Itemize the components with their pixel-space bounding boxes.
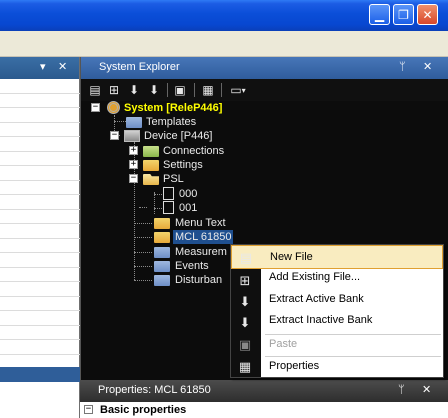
tree-label-templates: Templates (146, 116, 197, 128)
tree-label-measurements: Measurem (175, 246, 227, 258)
maximize-button[interactable]: ❐ (393, 4, 414, 25)
tree-label-menu-text: Menu Text (175, 217, 226, 229)
extract-active-icon[interactable]: ⬇ (126, 82, 142, 98)
folder-icon (126, 117, 142, 128)
tree-label-device: Device [P446] (144, 130, 213, 142)
file-icon (163, 201, 174, 214)
system-explorer-title: System Explorer (99, 61, 180, 73)
new-file-icon: ▤ (239, 250, 253, 266)
context-menu: ▤ New File ⊞ Add Existing File... ⬇ Extr… (230, 244, 444, 378)
menu-item-new-file[interactable]: ▤ New File (231, 245, 443, 269)
dropdown-icon[interactable]: ▾ (40, 60, 46, 73)
tree-label-file-000: 000 (179, 188, 198, 200)
left-dock-panel: ▾ ✕ (0, 57, 80, 418)
pin-icon[interactable]: ᛘ (398, 383, 405, 396)
properties-category: Basic properties (100, 404, 187, 416)
collapse-system-icon[interactable]: − (91, 103, 100, 112)
window-titlebar: ▁ ❐ ✕ (0, 0, 448, 31)
tree-label-psl: PSL (163, 173, 184, 185)
open-folder-icon (143, 174, 159, 185)
expand-connections-icon[interactable]: + (129, 146, 138, 155)
properties-header: Properties: MCL 61850 ᛘ ✕ (80, 380, 448, 402)
properties-panel: Properties: MCL 61850 ᛘ ✕ − Basic proper… (80, 380, 448, 418)
close-explorer-icon[interactable]: ✕ (423, 60, 432, 73)
paste-icon: ▣ (238, 337, 252, 353)
expand-settings-icon[interactable]: + (129, 160, 138, 169)
new-file-icon[interactable]: ▤ (87, 82, 103, 98)
extract-inactive-icon: ⬇ (239, 315, 251, 331)
add-existing-icon[interactable]: ⊞ (106, 82, 122, 98)
system-explorer-header: System Explorer ᛘ ✕ (81, 57, 448, 79)
left-panel-list (0, 79, 80, 369)
tree-label-mcl: MCL 61850 (173, 230, 234, 244)
extract-inactive-icon[interactable]: ⬇ (146, 82, 162, 98)
folder-icon (154, 261, 170, 272)
view-menu-icon[interactable]: ▭ ▾ (227, 82, 249, 98)
close-icon: ✕ (422, 7, 433, 22)
folder-icon (154, 275, 170, 286)
folder-icon (154, 218, 170, 229)
clipboard-icon[interactable]: ▣ (172, 82, 188, 98)
tree-label-connections: Connections (163, 145, 225, 157)
explorer-toolbar: ▤ ⊞ ⬇ ⬇ ▣ ▦ ▭ ▾ (81, 79, 448, 101)
pin-icon[interactable]: ᛘ (399, 60, 406, 73)
collapse-psl-icon[interactable]: − (129, 174, 138, 183)
tree-label-disturbance: Disturban (175, 274, 223, 286)
close-panel-icon[interactable]: ✕ (58, 60, 67, 73)
properties-title: Properties: MCL 61850 (98, 384, 211, 396)
menu-item-properties[interactable]: ▦ Properties (231, 355, 443, 379)
folder-icon (154, 232, 170, 243)
left-panel-selected-row[interactable] (0, 367, 80, 382)
close-button[interactable]: ✕ (417, 4, 438, 25)
menu-bar-area (0, 31, 448, 57)
properties-icon[interactable]: ▦ (200, 82, 216, 98)
tree-label-settings: Settings (163, 159, 203, 171)
device-icon (124, 130, 140, 142)
close-properties-icon[interactable]: ✕ (422, 383, 431, 396)
folder-icon (154, 247, 170, 258)
left-panel-header: ▾ ✕ (0, 57, 79, 79)
maximize-icon: ❐ (398, 7, 409, 22)
properties-grid: − Basic properties (80, 402, 448, 418)
tree-label-system: System [ReleP446] (124, 102, 223, 114)
collapse-category-icon[interactable]: − (84, 405, 93, 414)
tree-label-file-001: 001 (179, 202, 198, 214)
system-icon (107, 101, 120, 114)
add-existing-icon: ⊞ (239, 273, 251, 289)
properties-icon: ▦ (238, 359, 252, 375)
menu-item-extract-inactive-bank[interactable]: ⬇ Extract Inactive Bank (231, 311, 443, 335)
file-icon (163, 187, 174, 200)
tree-label-events: Events (175, 260, 209, 272)
folder-icon (143, 146, 159, 157)
minimize-icon: ▁ (374, 7, 385, 22)
collapse-device-icon[interactable]: − (110, 131, 119, 140)
minimize-button[interactable]: ▁ (369, 4, 390, 25)
extract-active-icon: ⬇ (239, 294, 251, 310)
menu-item-paste[interactable]: ▣ Paste (231, 333, 443, 357)
folder-icon (143, 160, 159, 171)
